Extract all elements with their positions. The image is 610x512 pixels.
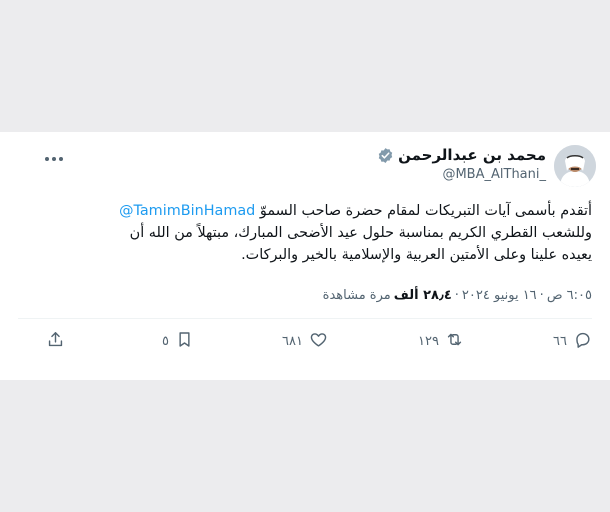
tweet-date[interactable]: ١٦ يونيو ٢٠٢٤ bbox=[462, 288, 537, 303]
meta-separator: · bbox=[539, 288, 544, 303]
like-button[interactable]: ٦٨١ bbox=[282, 330, 328, 353]
tweet-header: محمد بن عبدالرحمن @MBA_AlThani_ bbox=[0, 132, 610, 188]
avatar-image bbox=[554, 145, 596, 187]
share-icon bbox=[46, 330, 65, 353]
display-name[interactable]: محمد بن عبدالرحمن bbox=[398, 146, 546, 164]
mention-link[interactable]: @TamimBinHamad bbox=[119, 203, 255, 219]
tweet-card: محمد بن عبدالرحمن @MBA_AlThani_ أتقدم بأ… bbox=[0, 132, 610, 380]
bookmark-icon bbox=[175, 330, 194, 353]
display-name-row: محمد بن عبدالرحمن bbox=[377, 146, 546, 164]
author-info[interactable]: محمد بن عبدالرحمن @MBA_AlThani_ bbox=[377, 146, 546, 182]
like-count: ٦٨١ bbox=[282, 334, 303, 349]
meta-separator: · bbox=[454, 288, 459, 303]
author-handle[interactable]: @MBA_AlThani_ bbox=[377, 167, 546, 182]
tweet-line-3: يعيده علينا وعلى الأمتين العربية والإسلا… bbox=[241, 247, 592, 263]
action-bar: ٦٦ ١٢٩ ٦٨١ ٥ bbox=[0, 330, 610, 358]
share-button[interactable] bbox=[46, 330, 65, 353]
more-icon[interactable] bbox=[44, 148, 64, 166]
verified-badge-icon bbox=[377, 147, 394, 164]
avatar[interactable] bbox=[554, 145, 596, 187]
retweet-icon bbox=[445, 330, 464, 353]
tweet-line-1-text: أتقدم بأسمى آيات التبريكات لمقام حضرة صا… bbox=[255, 203, 592, 219]
bookmark-count: ٥ bbox=[162, 334, 169, 349]
tweet-text: أتقدم بأسمى آيات التبريكات لمقام حضرة صا… bbox=[44, 200, 592, 266]
divider bbox=[18, 318, 592, 319]
views-count[interactable]: ٢٨٫٤ ألف bbox=[394, 288, 452, 303]
tweet-line-1: أتقدم بأسمى آيات التبريكات لمقام حضرة صا… bbox=[44, 200, 592, 222]
reply-button[interactable]: ٦٦ bbox=[553, 330, 592, 353]
reply-count: ٦٦ bbox=[553, 334, 567, 349]
bookmark-button[interactable]: ٥ bbox=[162, 330, 194, 353]
reply-icon bbox=[573, 330, 592, 353]
heart-icon bbox=[309, 330, 328, 353]
views-label: مرة مشاهدة bbox=[322, 288, 391, 303]
tweet-meta: ٦:٠٥ ص · ١٦ يونيو ٢٠٢٤ · ٢٨٫٤ ألف مرة مش… bbox=[323, 288, 592, 303]
tweet-time[interactable]: ٦:٠٥ ص bbox=[547, 288, 592, 303]
tweet-line-2: وللشعب القطري الكريم بمناسبة حلول عيد ال… bbox=[129, 225, 592, 241]
retweet-count: ١٢٩ bbox=[418, 334, 439, 349]
retweet-button[interactable]: ١٢٩ bbox=[418, 330, 464, 353]
